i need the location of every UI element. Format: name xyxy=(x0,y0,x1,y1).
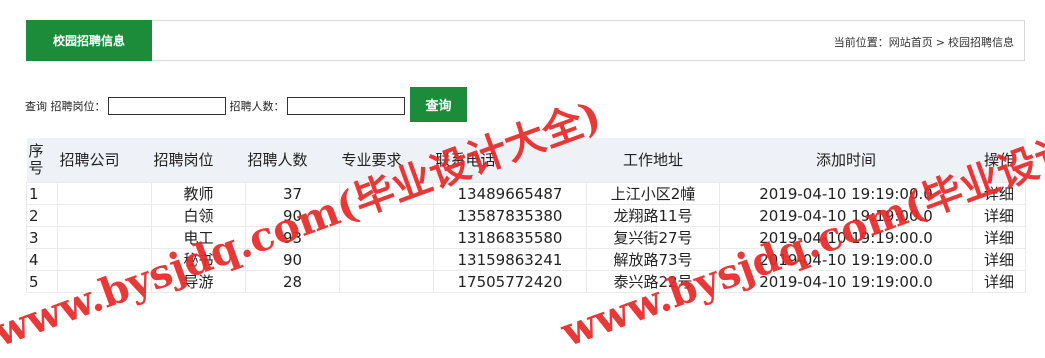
table-row: 1 教师 37 13489665487 上江小区2幢 2019-04-10 19:19:0… xyxy=(26,182,1026,205)
position-label: 招聘岗位： xyxy=(50,100,106,113)
col-header-position: 招聘岗位 xyxy=(151,138,246,183)
cell-phone: 13159863241 xyxy=(433,248,587,271)
cell-phone: 13587835380 xyxy=(433,204,587,227)
cell-no: 5 xyxy=(26,270,58,293)
cell-address: 上江小区2幢 xyxy=(586,182,720,205)
cell-major xyxy=(339,204,434,227)
col-header-major: 专业要求 xyxy=(339,138,434,183)
cell-no: 3 xyxy=(26,226,58,249)
cell-no: 4 xyxy=(26,248,58,271)
table-row: 4 秘书 90 13159863241 解放路73号 2019-04-10 19:19:0… xyxy=(26,248,1026,271)
col-header-address: 工作地址 xyxy=(586,138,720,183)
col-header-time: 添加时间 xyxy=(719,138,973,183)
breadcrumb: 当前位置：网站首页 > 校园招聘信息 xyxy=(834,34,1014,50)
col-header-company: 招聘公司 xyxy=(57,138,152,183)
count-label: 招聘人数： xyxy=(229,100,285,113)
detail-link[interactable]: 详细 xyxy=(972,226,1026,249)
table-row: 5 导游 28 17505772420 泰兴路22号 2019-04-10 19:19:0… xyxy=(26,270,1026,293)
cell-no: 1 xyxy=(26,182,58,205)
cell-address: 解放路73号 xyxy=(586,248,720,271)
table-header-row: 序号 招聘公司 招聘岗位 招聘人数 专业要求 联系电话 工作地址 添加时间 操作 xyxy=(26,138,1026,183)
col-header-no: 序号 xyxy=(26,138,58,183)
cell-count: 28 xyxy=(245,270,340,293)
count-search-input[interactable] xyxy=(286,97,405,115)
col-header-count: 招聘人数 xyxy=(245,138,340,183)
cell-position: 电工 xyxy=(151,226,246,249)
cell-major xyxy=(339,270,434,293)
detail-link[interactable]: 详细 xyxy=(972,270,1026,293)
cell-company xyxy=(57,226,152,249)
query-label: 查询 xyxy=(25,100,47,113)
cell-position: 教师 xyxy=(151,182,246,205)
detail-link[interactable]: 详细 xyxy=(972,204,1026,227)
detail-link[interactable]: 详细 xyxy=(972,182,1026,205)
table-row: 3 电工 93 13186835580 复兴街27号 2019-04-10 19:19:0… xyxy=(26,226,1026,249)
cell-time: 2019-04-10 19:19:00.0 xyxy=(719,204,973,227)
breadcrumb-separator: > xyxy=(935,36,945,49)
cell-company xyxy=(57,182,152,205)
cell-time: 2019-04-10 19:19:00.0 xyxy=(719,226,973,249)
cell-company xyxy=(57,204,152,227)
cell-count: 90 xyxy=(245,248,340,271)
cell-phone: 13186835580 xyxy=(433,226,587,249)
cell-company xyxy=(57,248,152,271)
breadcrumb-prefix: 当前位置： xyxy=(833,36,889,49)
cell-address: 龙翔路11号 xyxy=(586,204,720,227)
cell-address: 复兴街27号 xyxy=(586,226,720,249)
table-row: 2 白领 90 13587835380 龙翔路11号 2019-04-10 19:19:0… xyxy=(26,204,1026,227)
cell-company xyxy=(57,270,152,293)
breadcrumb-current: 校园招聘信息 xyxy=(948,36,1014,49)
cell-phone: 13489665487 xyxy=(433,182,587,205)
cell-position: 导游 xyxy=(151,270,246,293)
cell-position: 白领 xyxy=(151,204,246,227)
cell-time: 2019-04-10 19:19:00.0 xyxy=(719,270,973,293)
cell-time: 2019-04-10 19:19:00.0 xyxy=(719,182,973,205)
cell-major xyxy=(339,226,434,249)
cell-phone: 17505772420 xyxy=(433,270,587,293)
cell-position: 秘书 xyxy=(151,248,246,271)
cell-major xyxy=(339,182,434,205)
col-header-action: 操作 xyxy=(972,138,1026,183)
cell-address: 泰兴路22号 xyxy=(586,270,720,293)
search-bar: 查询 招聘岗位： 招聘人数： xyxy=(25,96,409,116)
detail-link[interactable]: 详细 xyxy=(972,248,1026,271)
cell-major xyxy=(339,248,434,271)
page-header: 校园招聘信息 当前位置：网站首页 > 校园招聘信息 xyxy=(26,20,1025,61)
breadcrumb-home-link[interactable]: 网站首页 xyxy=(889,36,933,49)
cell-count: 90 xyxy=(245,204,340,227)
cell-count: 93 xyxy=(245,226,340,249)
cell-count: 37 xyxy=(245,182,340,205)
recruitment-table: 序号 招聘公司 招聘岗位 招聘人数 专业要求 联系电话 工作地址 添加时间 操作… xyxy=(26,138,1026,293)
search-button[interactable]: 查询 xyxy=(410,87,467,122)
position-search-input[interactable] xyxy=(107,97,226,115)
col-header-phone: 联系电话 xyxy=(433,138,587,183)
cell-no: 2 xyxy=(26,204,58,227)
cell-time: 2019-04-10 19:19:00.0 xyxy=(719,248,973,271)
section-title-tab[interactable]: 校园招聘信息 xyxy=(26,20,152,61)
